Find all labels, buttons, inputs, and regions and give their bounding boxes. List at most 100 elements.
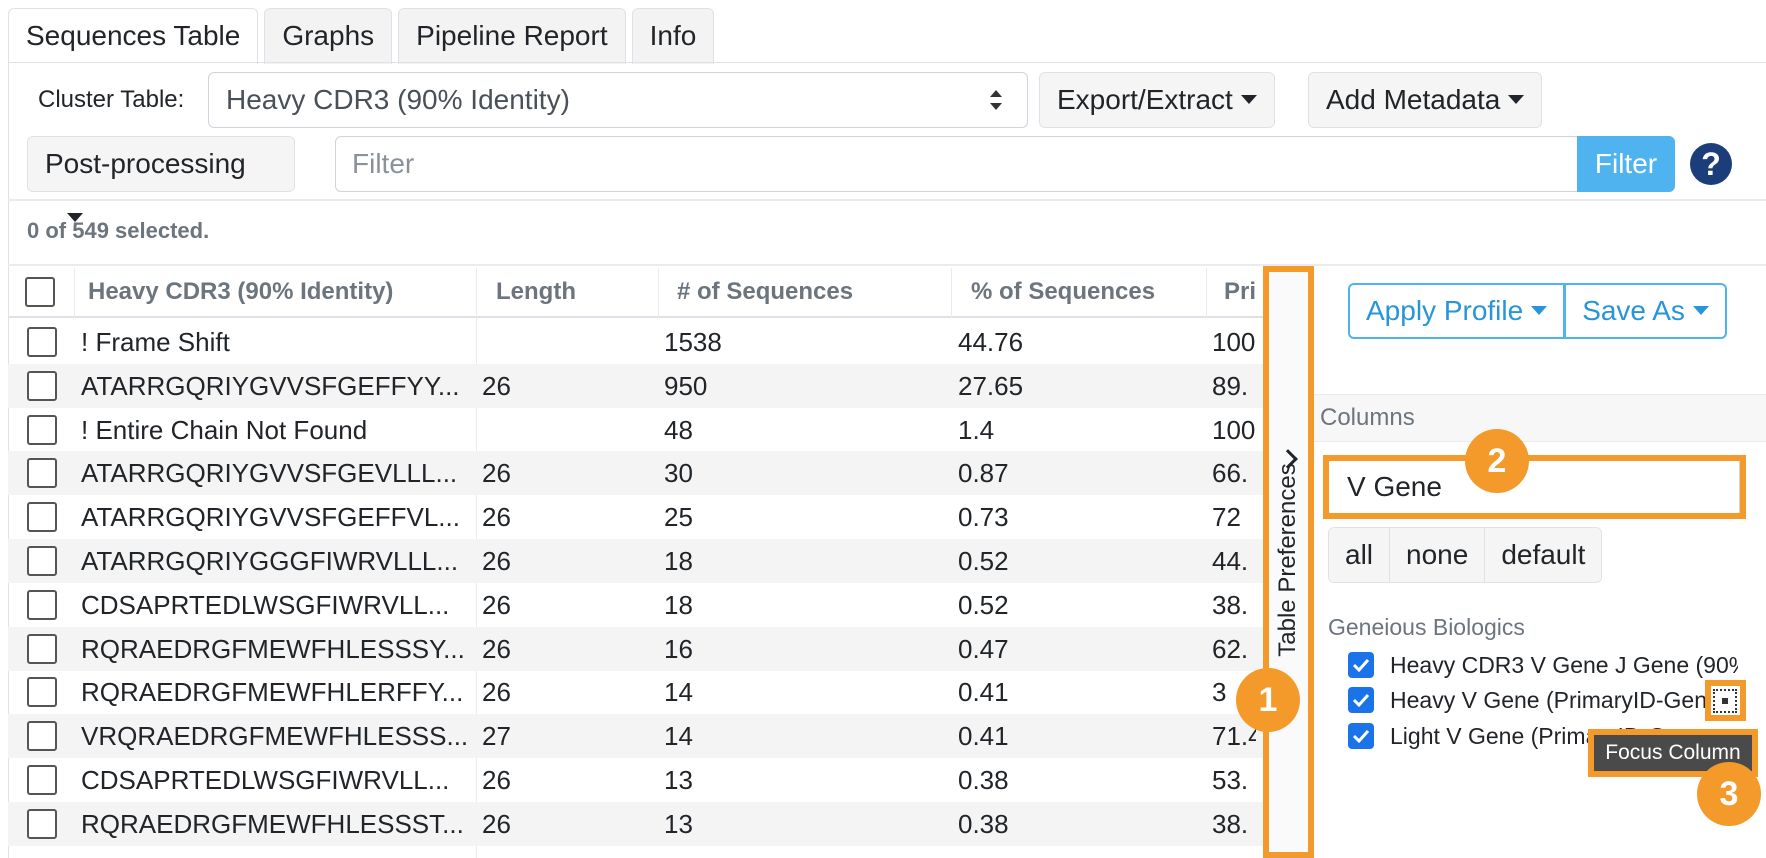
row-checkbox[interactable] — [27, 502, 57, 533]
table-cell: 27 — [482, 721, 511, 752]
table-cell: 62. — [1212, 633, 1249, 664]
annotation-box-2 — [1323, 455, 1746, 519]
table-cell: 30 — [664, 458, 693, 489]
table-cell: RQRAEDRGFMEWFHLESSST... — [81, 808, 464, 839]
table-cell: 0.38 — [958, 808, 1009, 839]
filter-input[interactable]: Filter — [335, 136, 1578, 192]
table-cell: 38. — [1212, 589, 1249, 620]
add-metadata-label: Add Metadata — [1326, 84, 1501, 115]
table-row[interactable]: ! Entire Chain Not Found 48 1.4 100 — [8, 408, 1264, 452]
table-cell: VRQRAEDRGFMEWFHLESSS... — [81, 721, 466, 752]
header-divider — [1206, 268, 1207, 318]
annotation-marker-3: 3 — [1697, 762, 1761, 826]
table-cell: 0.47 — [958, 633, 1009, 664]
caret-down-icon — [1240, 95, 1257, 105]
table-cell: 18 — [664, 589, 693, 620]
row-checkbox[interactable] — [27, 765, 57, 795]
row-checkbox[interactable] — [27, 808, 57, 839]
row-checkbox[interactable] — [27, 458, 57, 489]
table-row[interactable]: VRQRAEDRGFMEWFHLESSS... 27 14 0.41 71.4 — [8, 714, 1264, 759]
header-divider — [476, 268, 477, 318]
column-checkbox[interactable] — [1348, 687, 1374, 713]
row-checkbox[interactable] — [27, 633, 57, 664]
tab-pipeline-report[interactable]: Pipeline Report — [398, 8, 626, 64]
profile-button-group: Apply Profile Save As — [1348, 283, 1727, 339]
table-row[interactable]: RQRAEDRGFMEWFHLESSST... 26 13 0.38 38. — [8, 801, 1264, 846]
table-cell: 48 — [664, 414, 693, 445]
row-checkbox[interactable] — [27, 414, 57, 445]
row-checkbox[interactable] — [27, 721, 57, 752]
table-cell: 13 — [664, 808, 693, 839]
annotation-box-3 — [1705, 680, 1746, 721]
table-row[interactable]: RQRAEDRGFMEWFHLERFFY... 26 14 0.41 3 — [8, 670, 1264, 714]
header-pct-sequences[interactable]: % of Sequences — [961, 268, 1211, 316]
save-as-button[interactable]: Save As — [1565, 283, 1727, 339]
export-extract-button[interactable]: Export/Extract — [1039, 72, 1275, 128]
header-num-sequences[interactable]: # of Sequences — [667, 268, 957, 316]
apply-profile-button[interactable]: Apply Profile — [1348, 283, 1566, 339]
header-length[interactable]: Length — [486, 268, 666, 316]
add-metadata-button[interactable]: Add Metadata — [1308, 72, 1543, 128]
table-row[interactable]: CDSAPRTEDLWSGFIWRVLL... 26 13 0.38 53. — [8, 758, 1264, 802]
select-default-columns-button[interactable]: default — [1485, 528, 1602, 582]
select-arrows-icon — [990, 90, 1002, 110]
columns-header: Columns — [1313, 394, 1766, 442]
table-cell: ! Frame Shift — [81, 327, 230, 357]
toolbar-divider — [8, 199, 1766, 201]
table-row[interactable]: ATARRGQRIYGVVSFGEFFYY... 26 950 27.65 89. — [8, 363, 1264, 408]
table-cell: 26 — [482, 546, 511, 576]
table-top-divider — [8, 264, 1766, 266]
table-cell: 72 — [1212, 502, 1241, 533]
column-item: Heavy CDR3 V Gene J Gene (90% — [1348, 650, 1738, 680]
save-as-label: Save As — [1582, 295, 1685, 326]
table-cell: 44.76 — [958, 327, 1024, 357]
header-heavy-cdr3[interactable]: Heavy CDR3 (90% Identity) — [78, 268, 476, 316]
row-checkbox[interactable] — [27, 589, 57, 620]
row-checkbox[interactable] — [27, 370, 57, 401]
table-cell: 0.52 — [958, 589, 1009, 620]
table-cell: 100 — [1212, 414, 1256, 445]
table-cell: ATARRGQRIYGGGFIWRVLLL... — [81, 546, 459, 576]
table-cell: ! Entire Chain Not Found — [81, 414, 368, 445]
row-checkbox[interactable] — [27, 546, 57, 576]
table-row[interactable]: ATARRGQRIYGVVSFGEVLLL... 26 30 0.87 66. — [8, 451, 1264, 496]
table-cell: 38. — [1212, 808, 1249, 839]
table-row[interactable]: ! Frame Shift 1538 44.76 100 — [8, 320, 1264, 364]
table-cell: 27.65 — [958, 370, 1024, 401]
column-checkbox[interactable] — [1348, 652, 1374, 678]
help-icon[interactable]: ? — [1690, 143, 1732, 185]
row-checkbox[interactable] — [27, 327, 57, 357]
table-row[interactable]: ATARRGQRIYGVVSFGEFFVL... 26 25 0.73 72 — [8, 495, 1264, 539]
checkmark-icon — [1352, 658, 1370, 672]
filter-button[interactable]: Filter — [1577, 136, 1675, 192]
export-extract-label: Export/Extract — [1057, 84, 1233, 115]
post-processing-button[interactable]: Post-processing — [27, 136, 295, 223]
cluster-table-select[interactable]: Heavy CDR3 (90% Identity) — [208, 72, 1028, 128]
header-primary[interactable]: Pri — [1214, 268, 1264, 316]
tab-graphs[interactable]: Graphs — [264, 8, 393, 64]
annotation-box-1 — [1263, 266, 1314, 858]
table-cell: CDSAPRTEDLWSGFIWRVLL... — [81, 589, 450, 620]
tab-info[interactable]: Info — [631, 8, 715, 64]
table-cell: 26 — [482, 370, 511, 401]
tab-sequences-table[interactable]: Sequences Table — [8, 8, 259, 64]
select-all-columns-button[interactable]: all — [1329, 528, 1391, 582]
table-cell: 14 — [664, 721, 693, 752]
caret-down-icon — [1508, 95, 1525, 105]
header-divider — [74, 268, 75, 318]
table-cell: 26 — [482, 808, 511, 839]
table-row[interactable]: ATARRGQRIYGGGFIWRVLLL... 26 18 0.52 44. — [8, 539, 1264, 583]
table-cell: 66. — [1212, 458, 1249, 489]
table-row[interactable]: RQRAEDRGFMEWFHLESSSY... 26 16 0.47 62. — [8, 626, 1264, 671]
table-cell: 0.38 — [958, 765, 1009, 795]
column-checkbox[interactable] — [1348, 723, 1374, 749]
table-cell: 25 — [664, 502, 693, 533]
select-none-columns-button[interactable]: none — [1390, 528, 1486, 582]
tab-divider — [8, 62, 1766, 63]
table-row[interactable]: CDSAPRTEDLWSGFIWRVLL... 26 18 0.52 38. — [8, 583, 1264, 627]
select-all-checkbox[interactable] — [25, 277, 55, 307]
table-cell: 26 — [482, 677, 511, 708]
table-cell: 26 — [482, 589, 511, 620]
row-checkbox[interactable] — [27, 677, 57, 708]
table-cell: ATARRGQRIYGVVSFGEVLLL... — [81, 458, 458, 489]
